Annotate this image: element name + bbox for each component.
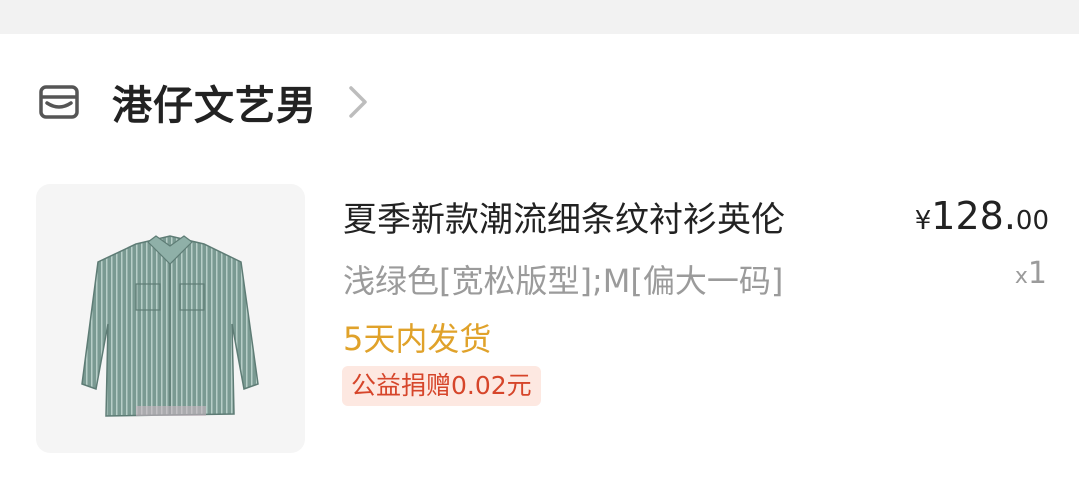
price-integer: 128.	[931, 194, 1016, 238]
quantity-prefix: x	[1014, 264, 1028, 289]
shirt-image	[81, 235, 259, 417]
chevron-right-icon[interactable]	[347, 82, 369, 122]
order-card: 港仔文艺男 夏季新款潮流细条纹衬衫英伦 ¥128.00 浅绿色[宽松版型];M[…	[0, 34, 1079, 504]
price-decimal: 00	[1015, 206, 1049, 236]
product-quantity: x1	[1015, 256, 1047, 291]
shop-header[interactable]: 港仔文艺男	[38, 73, 369, 131]
shipping-note: 5天内发货	[343, 320, 492, 358]
quantity-value: 1	[1027, 256, 1047, 291]
store-icon	[38, 81, 80, 123]
shop-name[interactable]: 港仔文艺男	[112, 73, 317, 131]
price-currency: ¥	[914, 206, 932, 236]
product-spec: 浅绿色[宽松版型];M[偏大一码]	[343, 262, 784, 300]
product-price: ¥128.00	[915, 194, 1049, 238]
charity-badge: 公益捐赠0.02元	[342, 366, 541, 406]
product-title[interactable]: 夏季新款潮流细条纹衬衫英伦	[343, 192, 785, 241]
product-image[interactable]	[36, 184, 305, 453]
top-divider-area	[0, 0, 1079, 34]
